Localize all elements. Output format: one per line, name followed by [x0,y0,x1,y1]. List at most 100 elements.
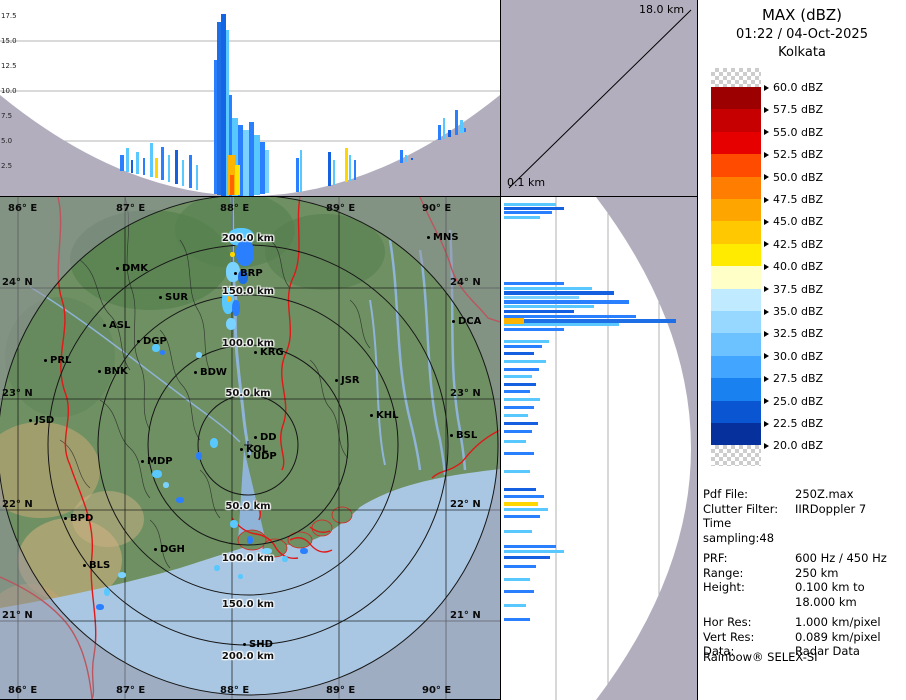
longitude-label: 90° E [422,203,452,214]
city-label: BRP [240,268,263,279]
echo-bar [504,328,564,331]
city-marker: KHL [370,410,399,421]
echo-bar [504,383,536,386]
legend-color-segment [711,221,761,245]
echo-bar [504,318,524,324]
echo-bar [504,203,556,206]
legend-tick: 42.5 dBZ [764,238,823,251]
tick-arrow-icon [764,263,769,270]
echo-bar [504,440,526,443]
legend-tick-label: 27.5 dBZ [773,372,824,386]
max-height-label: 18.0 km [639,3,685,16]
info-row: Time sampling:48 [703,516,903,545]
legend-tick: 47.5 dBZ [764,193,823,206]
city-marker: BSL [450,430,477,441]
city-dot-icon [141,460,144,463]
scale-diagonal [508,9,692,189]
echo-bar [504,618,530,621]
city-marker: DCA [452,316,481,327]
height-tick-label: 15.0 [1,37,17,45]
longitude-label: 87° E [116,203,146,214]
range-ring-label: 200.0 km [221,651,275,662]
city-label: KHL [376,410,399,421]
height-tick-label: 2.5 [1,162,13,170]
city-dot-icon [450,434,453,437]
info-value: 250Z.max [795,487,854,501]
city-label: BNK [104,366,128,377]
legend-color-segment [711,423,761,446]
yz-cross-section-panel [500,197,697,700]
legend-color-segment [711,154,761,178]
info-label: Range: [703,565,744,580]
city-dot-icon [254,436,257,439]
longitude-label: 88° E [220,685,250,696]
legend-color-segment [711,400,761,424]
city-marker: ASL [103,320,130,331]
city-dot-icon [247,455,250,458]
longitude-label: 87° E [116,685,146,696]
legend-tick-label: 22.5 dBZ [773,417,824,430]
city-dot-icon [103,324,106,327]
legend-tick: 30.0 dBZ [764,350,823,363]
echo-bar [504,300,629,304]
range-ring-label: 150.0 km [221,286,275,297]
info-value: 0.100 km to [795,580,865,594]
legend-color-segment [711,311,761,334]
legend-tick: 60.0 dBZ [764,81,823,94]
city-marker: SUR [159,292,188,303]
range-ring-label: 200.0 km [221,233,275,244]
echo-bar [504,368,539,371]
info-value: 18.000 km [795,594,857,609]
info-value: 250 km [795,565,839,580]
city-label: SUR [165,292,189,303]
info-value: IIRDoppler 7 [795,501,867,516]
city-marker: BPD [64,513,93,524]
echo-bar [504,398,540,401]
info-label: Time sampling:48 [703,516,775,545]
city-marker: BLS [83,560,110,571]
legend-tick-label: 25.0 dBZ [773,394,824,408]
city-dot-icon [83,564,86,567]
legend-panel: MAX (dBZ) 01:22 / 04-Oct-2025 Kolkata 60… [697,0,906,700]
echo-bar [504,502,538,506]
legend-tick: 25.0 dBZ [764,395,823,408]
city-dot-icon [370,414,373,417]
tick-arrow-icon [764,241,769,248]
info-row: Vert Res: 0.089 km/pixel [703,630,903,645]
legend-color-segment [711,176,761,200]
height-tick-label: 7.5 [1,112,13,120]
legend-color-segment [711,131,761,155]
echo-bar [504,340,549,343]
tick-arrow-icon [764,353,769,360]
echo-bar [504,216,540,219]
info-row: Clutter Filter: IIRDoppler 7 [703,502,903,517]
legend-tick-label: 57.5 dBZ [773,103,824,117]
info-label [703,595,795,610]
city-label: DMK [122,263,149,274]
legend-tick: 52.5 dBZ [764,148,823,161]
legend-tick-label: 30.0 dBZ [773,349,824,363]
legend-tick: 20.0 dBZ [764,439,823,452]
city-label: PRL [50,355,72,366]
info-row: 18.000 km [703,595,903,610]
tick-arrow-icon [764,308,769,315]
city-dot-icon [194,371,197,374]
echo-bar [504,375,532,378]
radar-display: { "header": { "product": "MAX (dBZ)", "d… [0,0,906,700]
tick-arrow-icon [764,420,769,427]
legend-tick-label: 40.0 dBZ [773,260,824,274]
echo-bar [504,291,614,295]
xz-cross-section-panel: 17.5 15.0 12.5 10.0 7.5 5.0 2.5 [0,0,500,197]
echo-bar [504,530,532,533]
echo-bar [504,207,564,210]
city-marker: DGP [137,336,167,347]
legend-color-segment [711,333,761,357]
city-dot-icon [64,517,67,520]
tick-arrow-icon [764,174,769,181]
legend-tick: 40.0 dBZ [764,260,823,273]
city-label: DGP [143,336,167,347]
legend-tick-label: 60.0 dBZ [773,81,824,94]
city-dot-icon [154,548,157,551]
city-marker: UDP [247,451,277,462]
echo-bar [504,470,530,473]
